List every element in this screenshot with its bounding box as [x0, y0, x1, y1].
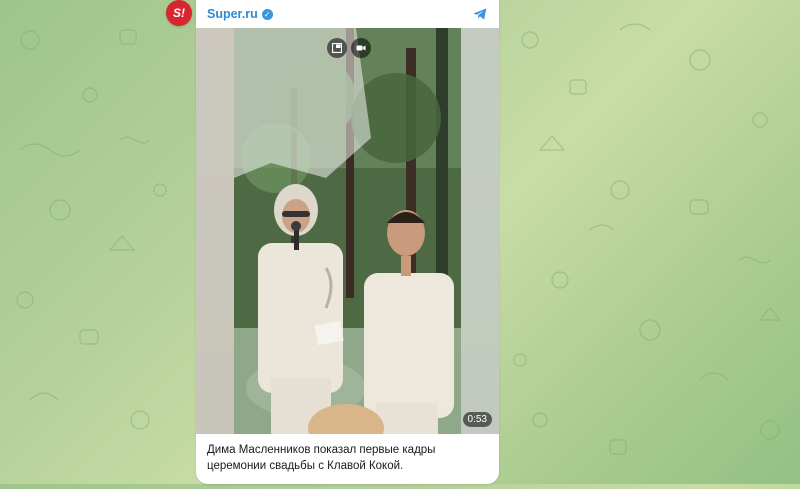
avatar-text: S! [173, 6, 185, 20]
post-caption: Дима Масленников показал первые кадры це… [207, 444, 436, 472]
video-camera-icon [356, 45, 366, 51]
verified-badge-icon: ✓ [261, 8, 273, 20]
video-mode-button[interactable] [351, 38, 371, 58]
video-player[interactable]: 0:53 [196, 28, 499, 434]
telegram-share-icon[interactable] [471, 5, 489, 23]
post-header: Super.ru ✓ [196, 0, 499, 28]
picture-in-picture-button[interactable] [327, 38, 347, 58]
video-duration: 0:53 [462, 412, 492, 427]
channel-name[interactable]: Super.ru [207, 7, 258, 21]
picture-in-picture-icon [332, 43, 342, 53]
channel-post-card: Super.ru ✓ 0:53 Дима Масленников показал… [196, 0, 499, 484]
channel-avatar[interactable]: S! [166, 0, 192, 26]
video-frame [196, 28, 499, 434]
